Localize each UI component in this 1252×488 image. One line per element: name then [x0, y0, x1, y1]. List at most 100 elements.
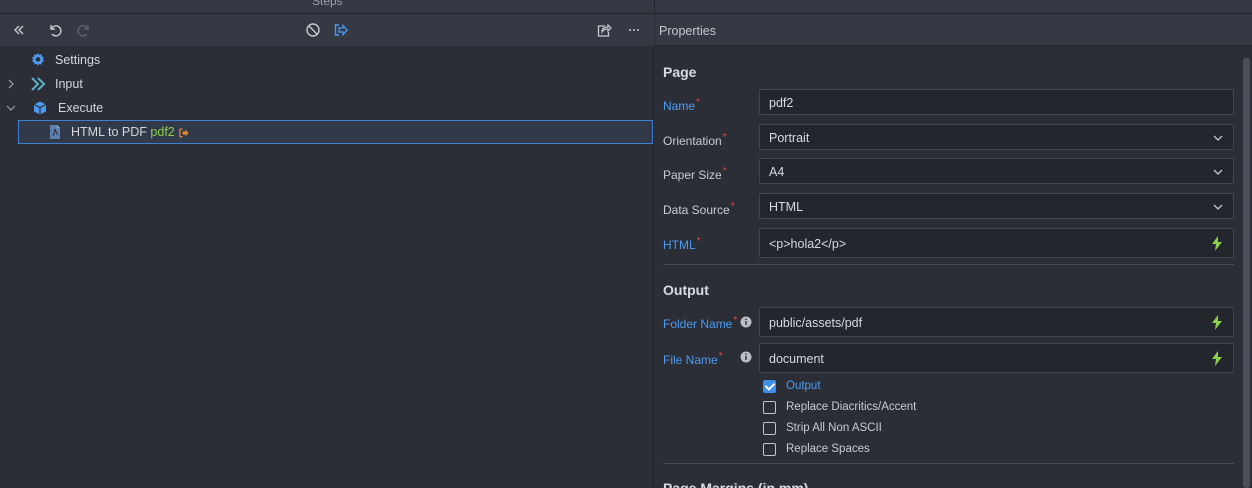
- share-icon: [597, 23, 612, 37]
- tree-item-label: HTML to PDF pdf2: [71, 125, 190, 139]
- redo-icon: [77, 25, 89, 37]
- orientation-label-text: Orientation: [663, 134, 722, 148]
- chevron-down-icon: [1213, 169, 1223, 175]
- pdf-file-icon: [50, 125, 60, 139]
- more-options-button[interactable]: [624, 20, 644, 40]
- replace-diacritics-checkbox-row[interactable]: Replace Diacritics/Accent: [763, 398, 916, 416]
- paper-size-label: Paper Size*: [663, 166, 727, 182]
- orientation-select[interactable]: Portrait: [759, 124, 1234, 150]
- properties-title: Properties: [659, 24, 716, 38]
- step-type-label: HTML to PDF: [71, 125, 147, 139]
- folder-name-input[interactable]: public/assets/pdf: [759, 307, 1234, 337]
- scrollbar-thumb[interactable]: [1243, 58, 1250, 488]
- tree-item-html-to-pdf[interactable]: HTML to PDF pdf2: [18, 120, 653, 144]
- folder-name-value: public/assets/pdf: [769, 316, 863, 330]
- chevron-right-icon[interactable]: [6, 79, 16, 89]
- chevron-down-icon: [1213, 204, 1223, 210]
- folder-name-label: Folder Name*: [663, 315, 738, 331]
- page-margins-section-title: Page Margins (in mm): [663, 480, 809, 488]
- replace-spaces-checkbox-row[interactable]: Replace Spaces: [763, 440, 870, 458]
- page-section-title: Page: [663, 64, 697, 80]
- name-input[interactable]: pdf2: [759, 89, 1234, 115]
- dynamic-data-bolt-icon[interactable]: [1211, 236, 1223, 251]
- html-value: <p>hola2</p>: [769, 237, 847, 251]
- paper-size-value: A4: [769, 165, 785, 179]
- checkbox-label: Replace Diacritics/Accent: [786, 401, 917, 413]
- required-marker: *: [733, 315, 738, 326]
- section-divider: [663, 264, 1234, 265]
- required-marker: *: [722, 132, 727, 143]
- replace-spaces-checkbox[interactable]: [763, 442, 776, 456]
- required-marker: *: [718, 351, 723, 362]
- info-icon[interactable]: [740, 316, 752, 328]
- name-label-text: Name: [663, 99, 696, 113]
- output-checkbox-row[interactable]: Output: [763, 377, 821, 395]
- dynamic-data-bolt-icon[interactable]: [1211, 351, 1223, 366]
- tree-item-label: Input: [55, 77, 83, 91]
- disable-step-button[interactable]: [303, 20, 323, 40]
- output-section-title: Output: [663, 282, 709, 298]
- cube-icon: [33, 101, 47, 115]
- chevron-down-icon[interactable]: [6, 103, 16, 113]
- strip-non-ascii-checkbox[interactable]: [763, 421, 776, 435]
- pane-divider: [654, 0, 655, 14]
- html-input[interactable]: <p>hola2</p>: [759, 228, 1234, 258]
- double-chevron-right-icon: [31, 77, 46, 91]
- top-strip: Steps: [0, 0, 1252, 14]
- html-label: HTML*: [663, 236, 701, 252]
- required-marker: *: [696, 236, 701, 247]
- step-name-label: pdf2: [150, 125, 175, 139]
- html-label-text: HTML: [663, 238, 696, 252]
- required-marker: *: [696, 97, 700, 108]
- info-icon[interactable]: [740, 351, 752, 363]
- orientation-value: Portrait: [769, 131, 810, 145]
- app-root: Steps Settings Input Execute HTML to PDF…: [0, 0, 1252, 488]
- required-marker: *: [722, 166, 727, 177]
- ellipsis-icon: [629, 29, 639, 31]
- name-value: pdf2: [769, 96, 794, 110]
- file-name-label: File Name*: [663, 351, 723, 367]
- steps-panel-title: Steps: [312, 0, 343, 8]
- required-marker: *: [730, 201, 735, 212]
- checkbox-label: Replace Spaces: [786, 443, 870, 455]
- data-source-label-text: Data Source: [663, 203, 730, 217]
- undo-button[interactable]: [45, 20, 65, 40]
- paper-size-select[interactable]: A4: [759, 158, 1234, 184]
- name-label: Name*: [663, 97, 700, 113]
- folder-name-label-text: Folder Name: [663, 317, 733, 331]
- tree-item-input[interactable]: Input: [0, 72, 654, 96]
- data-source-label: Data Source*: [663, 201, 735, 217]
- undo-icon: [50, 25, 62, 37]
- redo-button[interactable]: [74, 20, 94, 40]
- output-toggle-button[interactable]: [331, 20, 351, 40]
- tree-item-label: Execute: [58, 101, 104, 115]
- steps-toolbar: [0, 14, 654, 46]
- collapse-panel-button[interactable]: [9, 20, 29, 40]
- properties-header: Properties: [655, 14, 1252, 46]
- data-source-select[interactable]: HTML: [759, 193, 1234, 219]
- gear-icon: [32, 53, 44, 66]
- disable-icon: [306, 23, 320, 37]
- chevron-down-icon: [1213, 135, 1223, 141]
- paper-size-label-text: Paper Size: [663, 168, 722, 182]
- steps-panel: Settings Input Execute HTML to PDF pdf2: [0, 14, 654, 488]
- tree-item-settings[interactable]: Settings: [0, 48, 654, 72]
- tree-item-execute[interactable]: Execute: [0, 96, 654, 120]
- properties-panel: Properties Page Name* pdf2 Orientation* …: [655, 14, 1252, 488]
- checkbox-label: Output: [786, 380, 821, 392]
- output-checkbox[interactable]: [763, 379, 776, 393]
- file-name-value: document: [769, 352, 824, 366]
- checkbox-label: Strip All Non ASCII: [786, 422, 882, 434]
- strip-non-ascii-checkbox-row[interactable]: Strip All Non ASCII: [763, 419, 882, 437]
- dynamic-data-bolt-icon[interactable]: [1211, 315, 1223, 330]
- double-chevron-left-icon: [14, 25, 24, 35]
- replace-diacritics-checkbox[interactable]: [763, 400, 776, 414]
- output-marker-icon: [179, 128, 189, 138]
- tree-item-label: Settings: [55, 53, 101, 67]
- orientation-label: Orientation*: [663, 132, 727, 148]
- sign-out-icon: [334, 23, 348, 37]
- file-name-input[interactable]: document: [759, 343, 1234, 373]
- export-button[interactable]: [594, 20, 614, 40]
- section-divider: [663, 463, 1234, 464]
- file-name-label-text: File Name: [663, 353, 718, 367]
